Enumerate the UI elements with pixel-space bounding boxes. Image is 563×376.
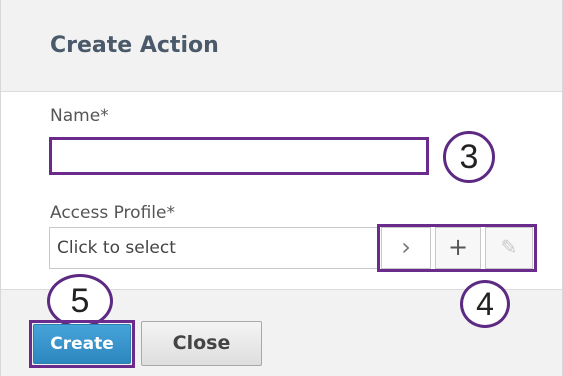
dialog-header: Create Action (1, 0, 562, 92)
callout-3: 3 (443, 131, 495, 183)
profile-buttons-highlight (377, 224, 537, 272)
access-profile-placeholder: Click to select (57, 238, 176, 258)
dialog-title: Create Action (50, 33, 219, 58)
name-input[interactable] (49, 137, 429, 175)
access-profile-label: Access Profile* (50, 203, 175, 223)
create-action-dialog: Create Action Name* 3 Access Profile* Cl… (0, 0, 563, 376)
name-label: Name* (50, 106, 109, 126)
callout-4: 4 (460, 280, 510, 328)
create-button[interactable]: Create (33, 324, 131, 364)
access-profile-select[interactable]: Click to select (49, 227, 379, 269)
close-button[interactable]: Close (141, 321, 262, 366)
